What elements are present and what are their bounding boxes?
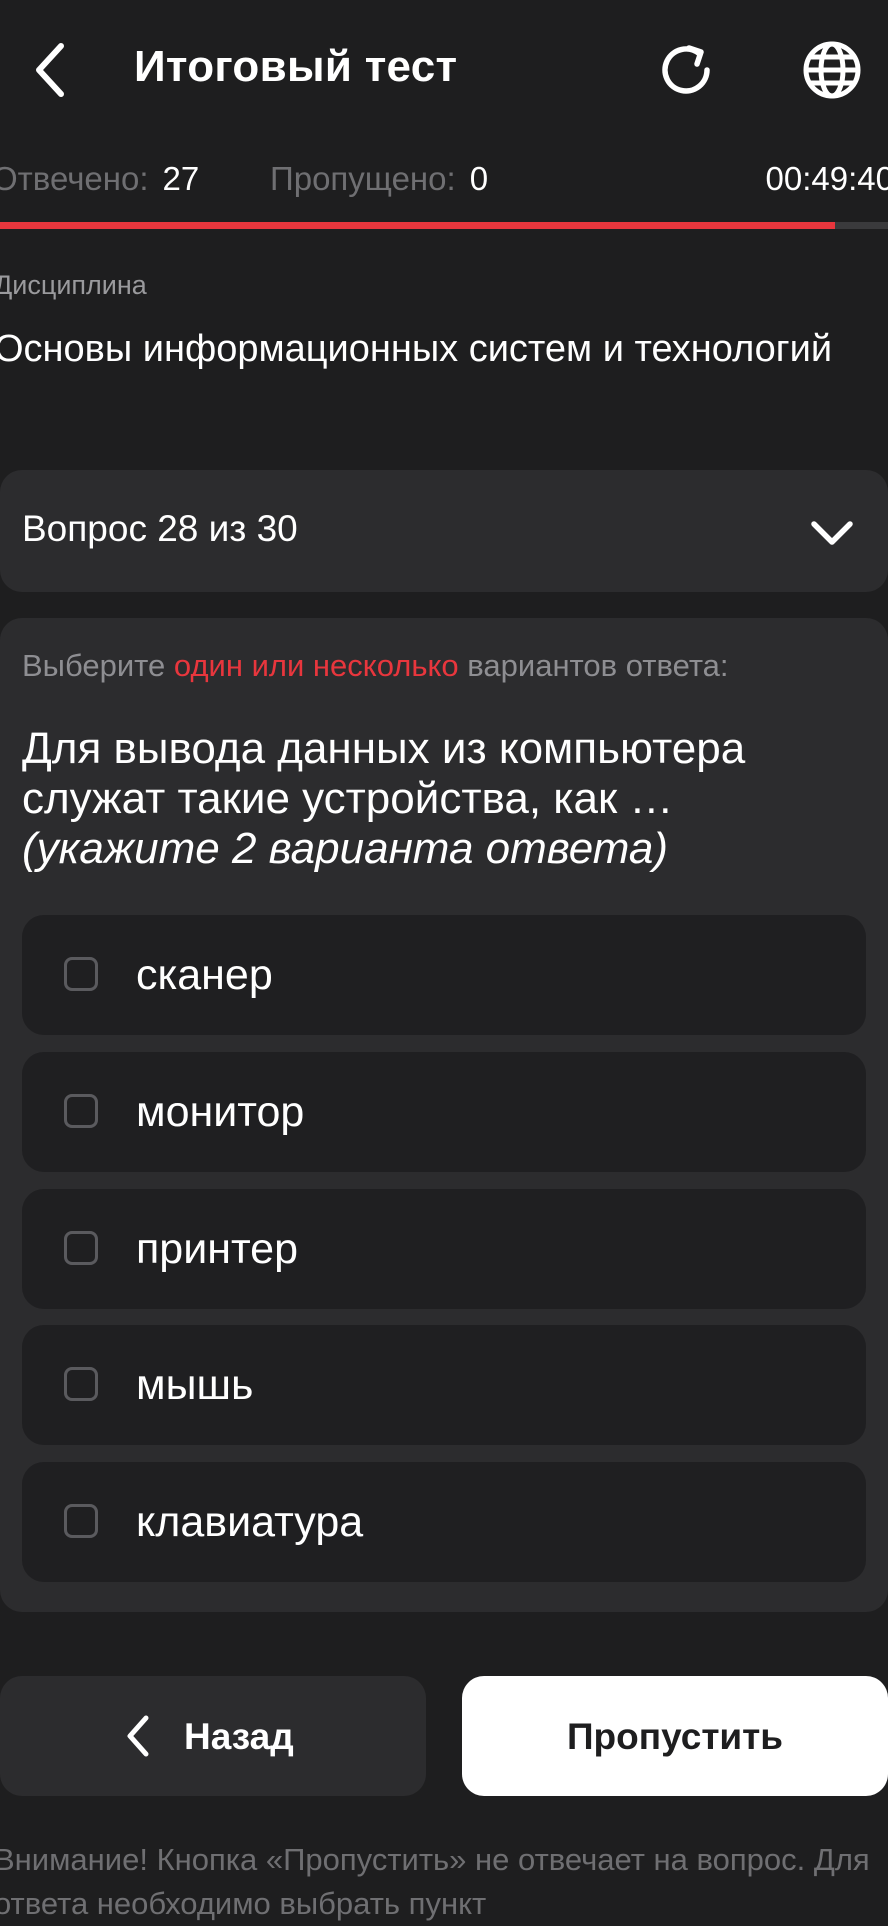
instruction-suffix: вариантов ответа: [467, 648, 729, 683]
discipline-label: Дисциплина [0, 270, 147, 300]
progress-bar-fill [0, 222, 835, 229]
back-button[interactable] [20, 30, 80, 110]
answer-instruction: Выберите один или несколько вариантов от… [22, 648, 729, 684]
answer-option[interactable]: принтер [22, 1189, 866, 1309]
progress-bar [0, 222, 888, 229]
answer-option-label: принтер [136, 1225, 299, 1273]
chevron-left-small-icon [127, 1715, 149, 1757]
checkbox[interactable] [64, 1367, 98, 1401]
answered-stat: Отвечено: 27 [0, 160, 199, 198]
previous-question-button[interactable]: Назад [0, 1676, 426, 1796]
answer-option[interactable]: монитор [22, 1052, 866, 1172]
answer-option-label: сканер [136, 951, 273, 999]
question-card: Выберите один или несколько вариантов от… [0, 618, 888, 1612]
answer-option[interactable]: сканер [22, 915, 866, 1035]
globe-icon [803, 41, 861, 99]
skip-button[interactable]: Пропустить [462, 1676, 888, 1796]
answer-option-label: монитор [136, 1088, 305, 1136]
question-body: Для вывода данных из компьютера служат т… [22, 724, 746, 823]
checkbox[interactable] [64, 1094, 98, 1128]
test-stats: Отвечено: 27 Пропущено: 0 00:49:40 [0, 160, 888, 208]
answer-option[interactable]: клавиатура [22, 1462, 866, 1582]
checkbox[interactable] [64, 1231, 98, 1265]
question-text: Для вывода данных из компьютера служат т… [22, 724, 862, 874]
skip-button-label: Пропустить [566, 1716, 784, 1757]
chevron-down-icon [811, 521, 853, 545]
question-selector[interactable]: Вопрос 28 из 30 [0, 470, 888, 592]
page-title: Итоговый тест [134, 42, 458, 91]
language-button[interactable] [796, 34, 868, 106]
instruction-prefix: Выберите [22, 648, 166, 683]
answered-value: 27 [162, 160, 200, 197]
skipped-stat: Пропущено: 0 [270, 160, 488, 198]
skipped-label: Пропущено: [270, 160, 456, 197]
instruction-accent: один или несколько [173, 648, 459, 683]
checkbox[interactable] [64, 1504, 98, 1538]
discipline-name: Основы информационных систем и технологи… [0, 328, 833, 370]
chevron-left-small-icon-wrap [120, 1712, 156, 1760]
previous-button-label: Назад [184, 1716, 294, 1757]
answer-option-label: клавиатура [136, 1498, 364, 1546]
question-number: Вопрос 28 из 30 [22, 508, 298, 549]
checkbox[interactable] [64, 957, 98, 991]
timer: 00:49:40 [765, 160, 888, 197]
skipped-value: 0 [469, 160, 489, 197]
question-hint: (укажите 2 варианта ответа) [22, 824, 669, 873]
reload-icon [662, 45, 710, 94]
reload-button[interactable] [650, 34, 722, 106]
answered-label: Отвечено: [0, 160, 149, 197]
answer-option[interactable]: мышь [22, 1325, 866, 1445]
top-app-bar: Итоговый тест [0, 0, 888, 140]
chevron-left-icon [36, 43, 64, 97]
answer-option-label: мышь [136, 1361, 254, 1409]
skip-warning: Внимание! Кнопка «Пропустить» не отвечае… [0, 1842, 870, 1921]
chevron-down-icon-wrap [804, 504, 860, 560]
